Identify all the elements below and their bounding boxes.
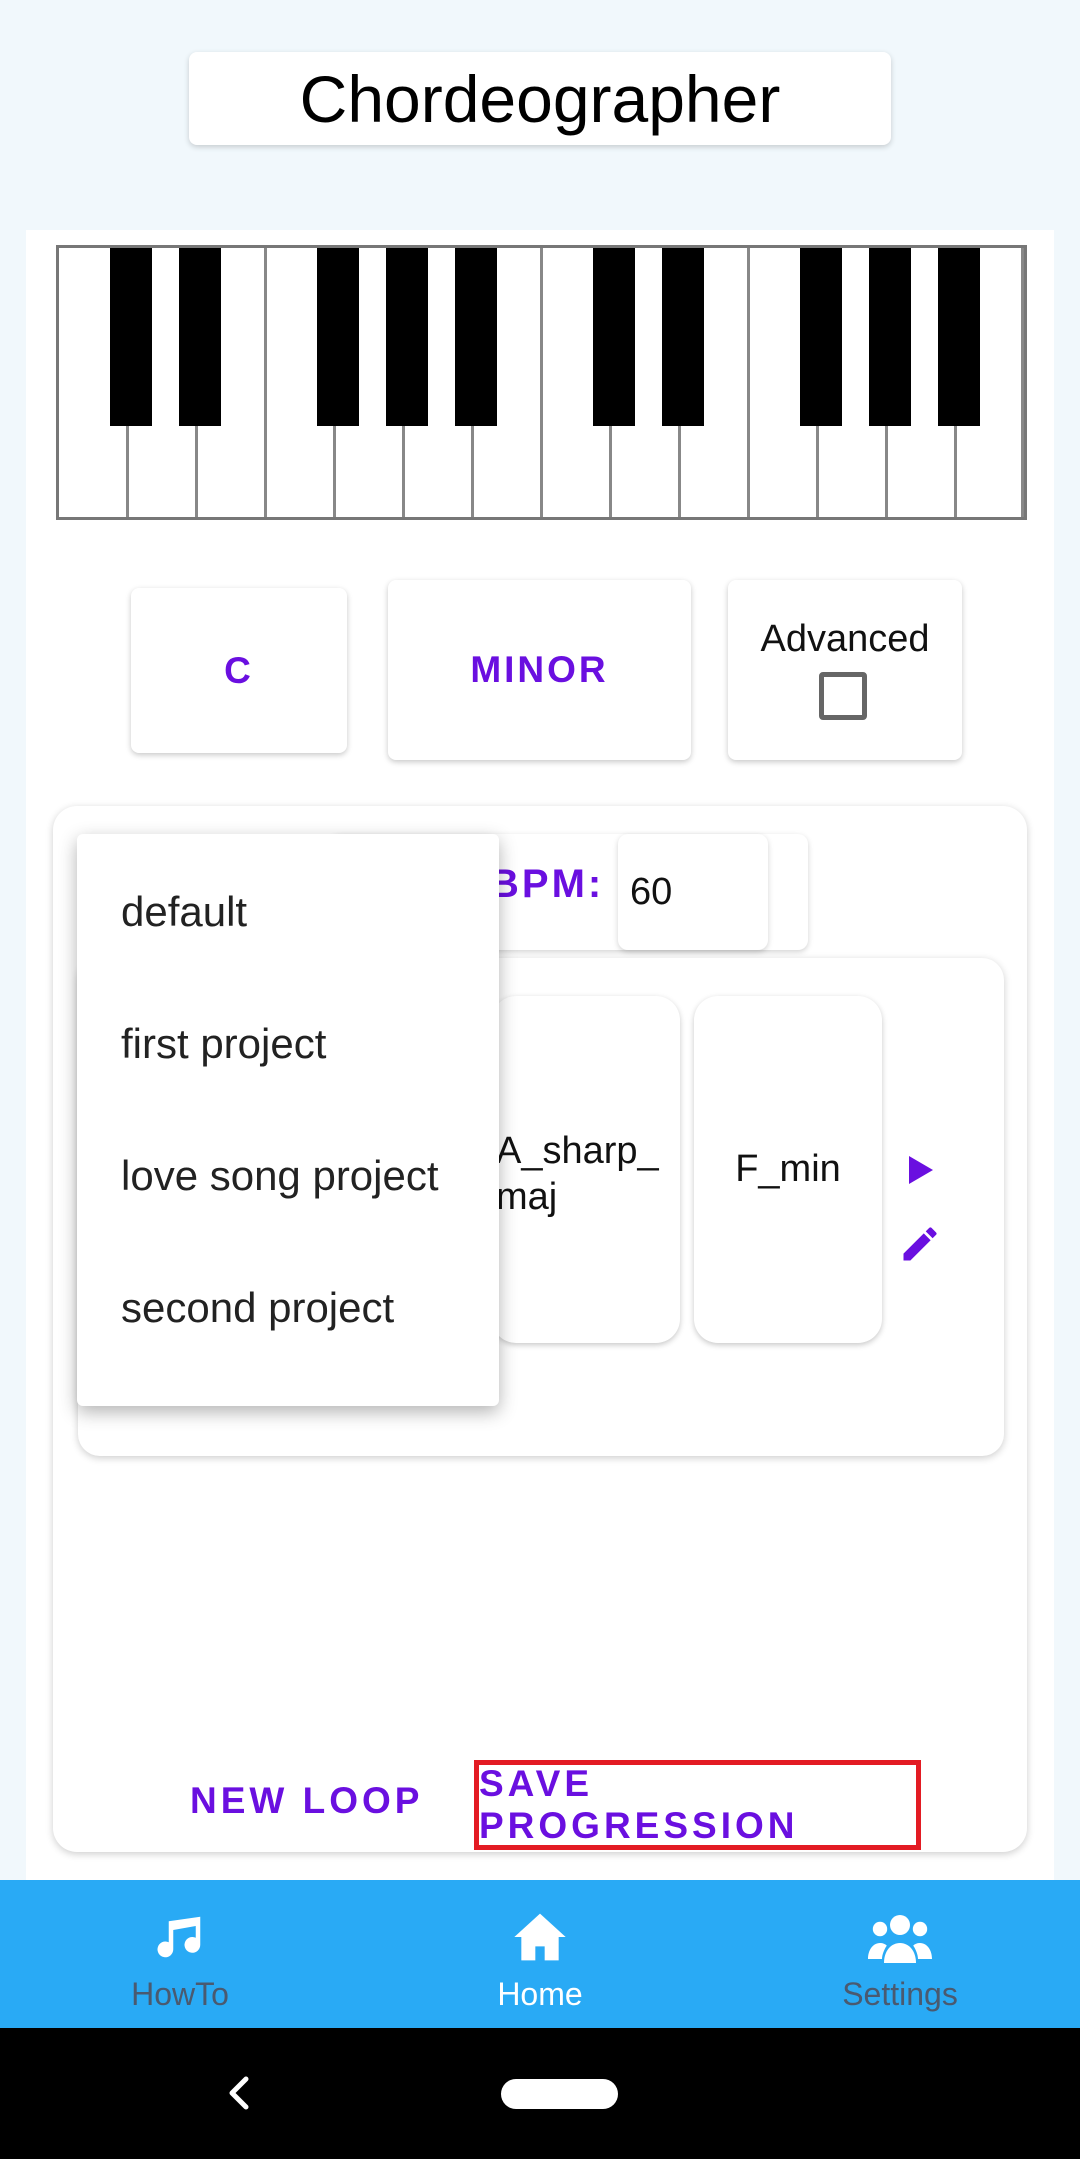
save-progression-button[interactable]: SAVE PROGRESSION — [474, 1760, 921, 1850]
app-title: Chordeographer — [189, 52, 891, 145]
bottom-navigation: HowTo Home Settings — [0, 1880, 1080, 2028]
project-dropdown-menu: default first project love song project … — [77, 834, 499, 1406]
dropdown-option[interactable]: default — [77, 846, 499, 978]
users-icon — [868, 1906, 932, 1968]
black-key[interactable] — [110, 248, 152, 426]
chord-card[interactable]: A_sharp_ maj — [492, 996, 680, 1343]
system-navigation-bar — [0, 2028, 1080, 2159]
dropdown-option[interactable]: first project — [77, 978, 499, 1110]
black-key[interactable] — [869, 248, 911, 426]
new-loop-label: NEW LOOP — [190, 1780, 424, 1821]
advanced-toggle[interactable]: Advanced — [728, 580, 962, 760]
bpm-input[interactable]: 60 — [618, 834, 768, 950]
key-button[interactable]: C — [131, 588, 347, 753]
advanced-label: Advanced — [760, 618, 930, 660]
black-key[interactable] — [455, 248, 497, 426]
black-key[interactable] — [317, 248, 359, 426]
save-progression-label: SAVE PROGRESSION — [479, 1763, 799, 1846]
key-button-label: C — [224, 649, 254, 691]
advanced-checkbox[interactable] — [819, 672, 867, 720]
nav-label-home: Home — [497, 1976, 583, 2012]
chord-card[interactable]: F_min — [694, 996, 882, 1343]
nav-item-settings[interactable]: Settings — [720, 1880, 1080, 2028]
music-note-icon — [153, 1906, 207, 1968]
piano-keyboard[interactable] — [56, 245, 1027, 520]
black-key[interactable] — [800, 248, 842, 426]
home-icon — [512, 1906, 568, 1968]
mode-button[interactable]: MINOR — [388, 580, 691, 760]
black-key[interactable] — [593, 248, 635, 426]
bpm-label: BPM: — [490, 862, 605, 906]
black-key[interactable] — [179, 248, 221, 426]
play-icon[interactable] — [900, 1150, 940, 1190]
dropdown-option[interactable]: second project — [77, 1242, 499, 1374]
nav-item-howto[interactable]: HowTo — [0, 1880, 360, 2028]
mode-button-label: MINOR — [470, 649, 609, 690]
black-key[interactable] — [386, 248, 428, 426]
chord-label: F_min — [735, 1148, 841, 1190]
dropdown-option[interactable]: love song project — [77, 1110, 499, 1242]
new-loop-button[interactable]: NEW LOOP — [190, 1780, 423, 1822]
nav-label-howto: HowTo — [131, 1976, 229, 2012]
black-key[interactable] — [938, 248, 980, 426]
home-pill-icon[interactable] — [501, 2079, 618, 2109]
nav-label-settings: Settings — [842, 1976, 958, 2012]
edit-icon[interactable] — [898, 1222, 942, 1266]
nav-item-home[interactable]: Home — [360, 1880, 720, 2028]
chord-label: A_sharp_ maj — [496, 1130, 659, 1218]
back-icon[interactable] — [224, 2075, 254, 2111]
black-key[interactable] — [662, 248, 704, 426]
